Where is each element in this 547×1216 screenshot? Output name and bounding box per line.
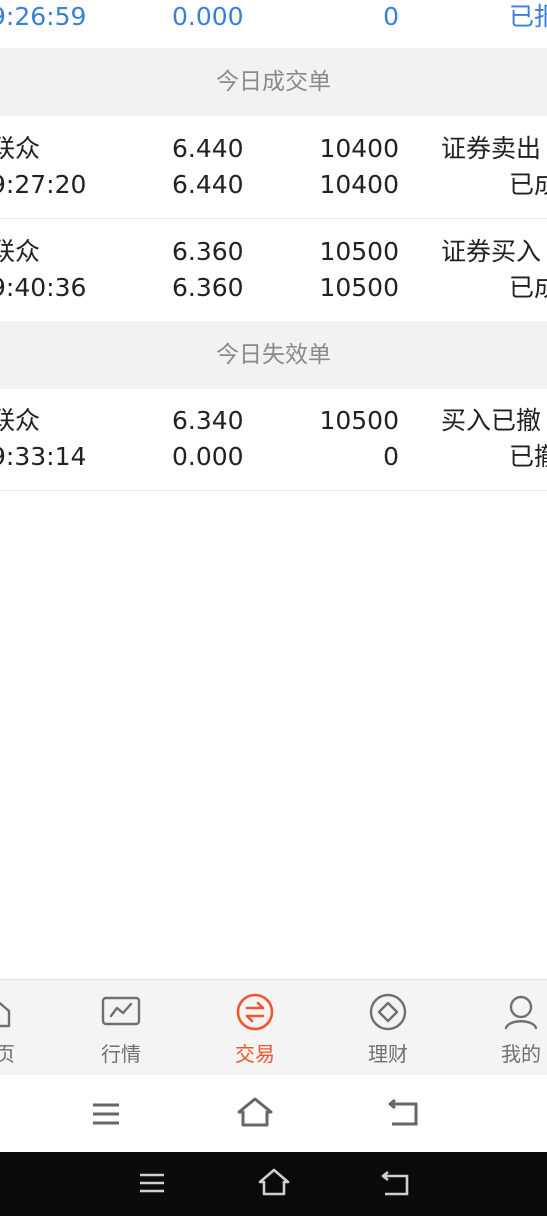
order-qty: 10400	[319, 134, 399, 163]
section-filled-header: 今日成交单	[0, 48, 547, 116]
stock-name: 联众	[0, 237, 41, 266]
order-type: 买入已撤	[441, 406, 542, 435]
exchange-icon	[236, 993, 274, 1031]
order-type: 证券买入	[441, 237, 542, 266]
order-price: 6.340	[172, 406, 244, 435]
tab-label: 交易	[235, 1042, 275, 1066]
order-status: 已成	[508, 273, 547, 302]
order-status: 已报	[508, 2, 547, 31]
tab-trade[interactable]: 交易	[220, 992, 290, 1067]
order-qty: 10500	[319, 406, 399, 435]
stock-name: 联众	[0, 406, 41, 435]
order-price: 6.440	[172, 134, 244, 163]
order-status: 已成	[508, 170, 547, 199]
order-time: 9:27:20	[0, 170, 87, 199]
home-nav-icon[interactable]	[257, 1167, 291, 1197]
tab-finance[interactable]: 理财	[353, 992, 423, 1067]
tab-market[interactable]: 行情	[86, 992, 156, 1067]
tab-label: 我的	[501, 1042, 541, 1066]
table-row[interactable]: 联众 9:27:20 6.440 6.440 10400 10400 证券卖出 …	[0, 116, 547, 218]
tab-label: 理财	[368, 1042, 408, 1066]
table-row[interactable]: 联众 9:40:36 6.360 6.360 10500 10500 证券买入 …	[0, 219, 547, 321]
home-nav-icon[interactable]	[236, 1095, 274, 1129]
system-nav-bar	[0, 1152, 547, 1216]
user-icon	[504, 995, 538, 1030]
deal-price: 6.360	[172, 273, 244, 302]
order-row-pending[interactable]: 9:26:59 0.000 0 已报	[0, 0, 547, 48]
section-expired-header: 今日失效单	[0, 321, 547, 389]
stock-name: 联众	[0, 134, 41, 163]
order-time: 9:26:59	[0, 2, 87, 31]
chart-icon	[101, 996, 141, 1026]
tab-label: 行情	[101, 1042, 141, 1066]
menu-icon[interactable]	[138, 1170, 166, 1196]
order-type: 证券卖出	[441, 134, 542, 163]
order-status: 已撤	[508, 442, 547, 471]
deal-qty: 10500	[319, 273, 399, 302]
tab-label: 首页	[0, 1042, 15, 1066]
app-nav-bar	[0, 1075, 547, 1152]
deal-qty: 0	[383, 442, 399, 471]
divider	[0, 490, 547, 491]
menu-icon[interactable]	[90, 1099, 122, 1129]
order-time: 9:40:36	[0, 273, 87, 302]
bottom-tab-bar: 首页 行情 交易 理财 我的	[0, 979, 547, 1075]
order-qty: 10500	[319, 237, 399, 266]
deal-price: 6.440	[172, 170, 244, 199]
deal-qty: 10400	[319, 170, 399, 199]
order-qty: 0	[383, 2, 399, 31]
tab-home[interactable]: 首页	[0, 992, 30, 1067]
table-row[interactable]: 联众 9:33:14 6.340 0.000 10500 0 买入已撤 已撤	[0, 389, 547, 490]
order-time: 9:33:14	[0, 442, 87, 471]
tab-mine[interactable]: 我的	[486, 992, 547, 1067]
order-price: 6.360	[172, 237, 244, 266]
home-icon	[0, 1001, 11, 1028]
deal-price: 0.000	[172, 442, 244, 471]
back-icon[interactable]	[386, 1096, 420, 1128]
back-icon[interactable]	[380, 1169, 410, 1197]
diamond-icon	[369, 993, 407, 1031]
order-price: 0.000	[172, 2, 244, 31]
